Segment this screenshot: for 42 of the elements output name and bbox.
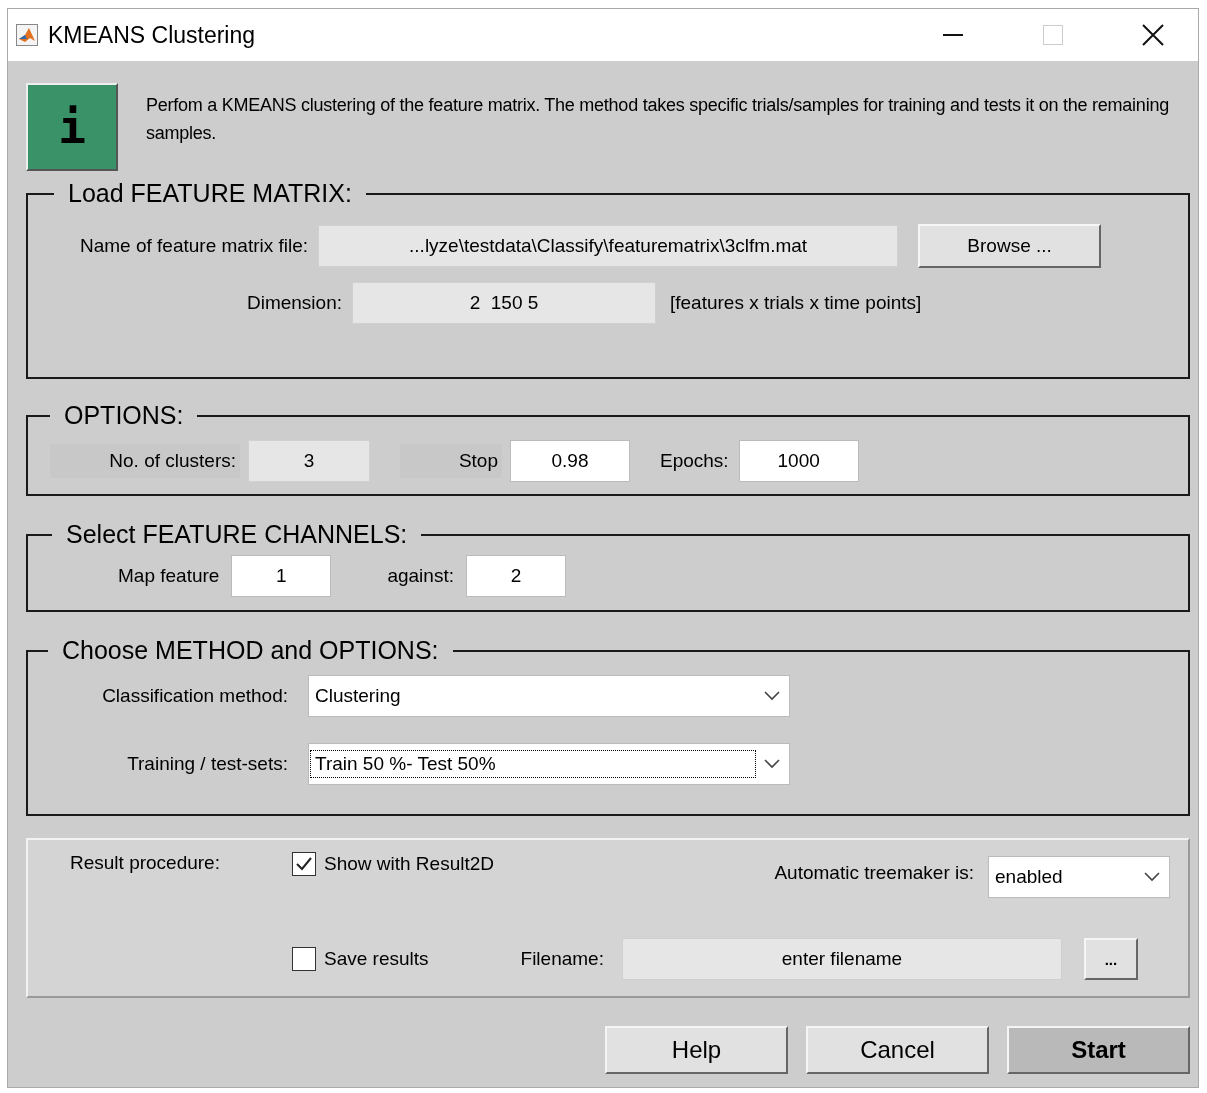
- close-icon[interactable]: [1142, 24, 1164, 46]
- caret-icon: [1144, 872, 1160, 882]
- dimension-hint: [features x trials x time points]: [670, 292, 922, 314]
- group-title: OPTIONS:: [63, 401, 185, 430]
- field-label: Result procedure:: [70, 852, 221, 874]
- dialog-button[interactable]: Cancel: [806, 1026, 989, 1074]
- checkbox-square: [292, 947, 316, 971]
- number-field[interactable]: 1: [231, 555, 332, 597]
- field-label: Map feature: [118, 565, 220, 587]
- checkbox[interactable]: Show with Result2D: [292, 852, 495, 876]
- number-field[interactable]: 0.98: [510, 440, 630, 482]
- maximize-icon[interactable]: [1043, 25, 1063, 45]
- field-label: Dimension:: [245, 292, 342, 314]
- number-field[interactable]: 1000: [738, 440, 859, 482]
- dropdown[interactable]: enabled: [988, 856, 1170, 898]
- group-title: Load FEATURE MATRIX:: [67, 179, 353, 208]
- field-label: Name of feature matrix file:: [80, 235, 309, 257]
- field-label: Stop: [400, 444, 502, 478]
- description-text: Perfom a KMEANS clustering of the feature matrix. The method takes specific trials/samples for training and tests it on the remaining samples.: [146, 94, 1170, 145]
- field-label: Classification method:: [101, 685, 288, 707]
- field-label: Filename:: [520, 948, 604, 970]
- browse-button[interactable]: ...: [1083, 938, 1138, 980]
- dialog-button[interactable]: Start: [1007, 1026, 1190, 1074]
- dropdown[interactable]: Train 50 %- Test 50%: [308, 743, 790, 785]
- caret-icon: [764, 691, 780, 701]
- field-label: Automatic treemaker is:: [774, 862, 974, 884]
- minimize-icon[interactable]: [943, 34, 963, 36]
- info-icon[interactable]: i: [26, 83, 118, 171]
- number-field[interactable]: 2: [465, 555, 566, 597]
- group-title: Choose METHOD and OPTIONS:: [61, 636, 440, 665]
- dialog-button[interactable]: Help: [605, 1026, 788, 1074]
- checkbox[interactable]: Save results: [292, 947, 429, 971]
- browse-button[interactable]: Browse ...: [918, 224, 1102, 268]
- field-label: Training / test-sets:: [126, 753, 288, 775]
- field-label: Epochs:: [660, 450, 729, 472]
- field-label: against:: [387, 565, 454, 587]
- dropdown[interactable]: Clustering: [308, 675, 790, 717]
- field-label: No. of clusters:: [50, 444, 240, 478]
- group-title: Select FEATURE CHANNELS:: [65, 520, 409, 549]
- window-title: KMEANS Clustering: [48, 21, 257, 49]
- app-logo-icon: [16, 24, 38, 46]
- caret-icon: [764, 759, 780, 769]
